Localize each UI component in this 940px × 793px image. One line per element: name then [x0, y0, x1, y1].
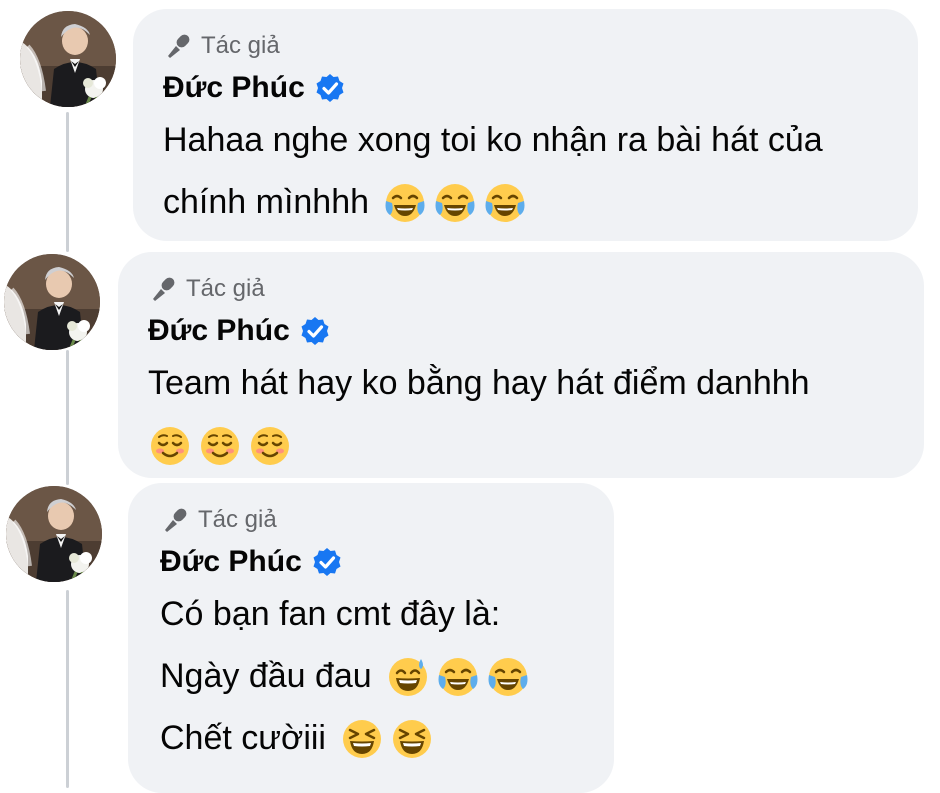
- author-name-row[interactable]: Đức Phúc: [160, 543, 614, 581]
- badge-label: Tác giả: [186, 275, 265, 302]
- emoji-group: [383, 181, 527, 225]
- author-badge: Tác giả: [160, 505, 614, 535]
- emoji-group: [386, 655, 530, 699]
- verified-badge-icon: [315, 73, 345, 103]
- author-avatar[interactable]: [20, 11, 116, 107]
- verified-badge-icon: [312, 547, 342, 577]
- author-badge: Tác giả: [163, 31, 918, 61]
- comment-bubble: Tác giả Đức Phúc Có bạn fan cmt đây là: …: [128, 483, 614, 793]
- microphone-icon: [163, 31, 193, 61]
- badge-label: Tác giả: [201, 32, 280, 59]
- comment-bubble: Tác giả Đức Phúc Hahaa nghe xong toi ko …: [133, 9, 918, 241]
- author-name-row[interactable]: Đức Phúc: [148, 312, 924, 350]
- face-with-tears-of-joy-icon: [433, 181, 477, 225]
- comment-text-line: Ngày đầu đau: [160, 653, 614, 701]
- microphone-icon: [160, 505, 190, 535]
- author-name[interactable]: Đức Phúc: [163, 71, 305, 105]
- author-avatar[interactable]: [4, 254, 100, 350]
- smiling-face-icon: [198, 424, 242, 468]
- comment-text-line: Có bạn fan cmt đây là:: [160, 595, 501, 634]
- emoji-line: [148, 422, 924, 470]
- grinning-squinting-face-icon: [390, 717, 434, 761]
- thread-line: [66, 112, 69, 252]
- author-name-row[interactable]: Đức Phúc: [163, 69, 918, 107]
- comment-bubble: Tác giả Đức Phúc Team hát hay ko bằng ha…: [118, 252, 924, 478]
- thread-line: [66, 590, 69, 788]
- badge-label: Tác giả: [198, 506, 277, 533]
- comment-text-line: Hahaa nghe xong toi ko nhận ra bài hát c…: [163, 121, 823, 160]
- verified-badge-icon: [300, 316, 330, 346]
- grinning-squinting-face-icon: [340, 717, 384, 761]
- comment-text-line: Chết cườiii: [160, 715, 614, 763]
- face-with-tears-of-joy-icon: [486, 655, 530, 699]
- author-avatar[interactable]: [6, 486, 102, 582]
- smiling-face-icon: [148, 424, 192, 468]
- author-name[interactable]: Đức Phúc: [148, 314, 290, 348]
- grinning-face-with-sweat-icon: [386, 655, 430, 699]
- face-with-tears-of-joy-icon: [483, 181, 527, 225]
- comment-text-line: Team hát hay ko bằng hay hát điểm danhhh: [148, 364, 810, 403]
- emoji-group: [340, 717, 434, 761]
- face-with-tears-of-joy-icon: [383, 181, 427, 225]
- smiling-face-icon: [248, 424, 292, 468]
- author-name[interactable]: Đức Phúc: [160, 545, 302, 579]
- thread-line: [66, 350, 69, 485]
- face-with-tears-of-joy-icon: [436, 655, 480, 699]
- microphone-icon: [148, 274, 178, 304]
- emoji-group: [148, 424, 292, 468]
- author-badge: Tác giả: [148, 274, 924, 304]
- comment-text-line: chính mìnhhh: [163, 179, 918, 227]
